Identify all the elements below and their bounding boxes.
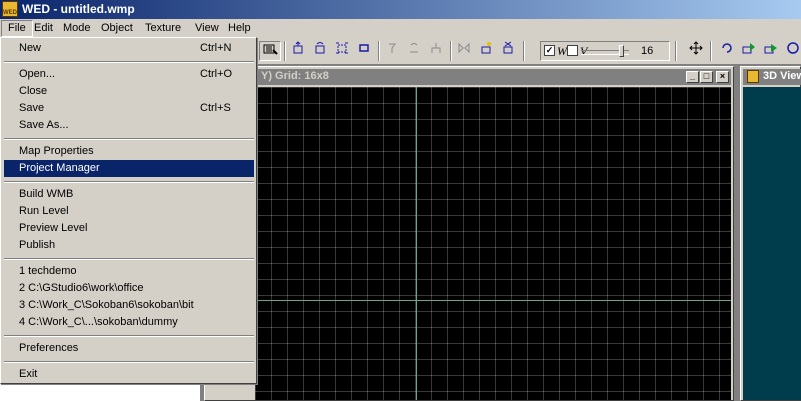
vertex-move-icon[interactable] xyxy=(381,41,403,61)
menu-texture[interactable]: Texture xyxy=(139,20,187,37)
3d-view-window[interactable]: 3D View xyxy=(740,66,801,401)
toolbar-separator xyxy=(450,41,452,61)
grid-canvas[interactable] xyxy=(255,87,731,400)
menu-object[interactable]: Object xyxy=(95,20,139,37)
menu-item-preferences[interactable]: Preferences xyxy=(4,340,254,357)
3d-view-caption[interactable]: 3D View xyxy=(743,69,801,85)
menu-item-new[interactable]: New Ctrl+N xyxy=(4,40,254,57)
publish-icon[interactable] xyxy=(782,41,801,61)
checkbox-w-label: W xyxy=(557,44,567,58)
minimize-button[interactable]: _ xyxy=(686,71,699,83)
maximize-button[interactable]: □ xyxy=(700,71,713,83)
grid-size-value: 16 xyxy=(641,45,654,57)
menu-bar: File Edit Mode Object Texture View Help xyxy=(0,19,801,38)
file-menu-dropdown: New Ctrl+N Open... Ctrl+O Close Save Ctr… xyxy=(0,37,257,384)
grid-options-group: ✓ W V 16 xyxy=(540,41,670,61)
menu-separator xyxy=(4,181,254,183)
vertex-rotate-icon[interactable] xyxy=(403,41,425,61)
3d-view-canvas[interactable] xyxy=(743,87,801,400)
close-button[interactable]: × xyxy=(716,71,729,83)
menu-item-save[interactable]: Save Ctrl+S xyxy=(4,100,254,117)
menu-item-run-level[interactable]: Run Level xyxy=(4,203,254,220)
x-axis-line xyxy=(255,300,731,301)
title-bar: WED WED - untitled.wmp xyxy=(0,0,801,19)
pan-view-icon[interactable] xyxy=(685,41,707,61)
menu-separator xyxy=(4,361,254,363)
toolbar-separator xyxy=(710,41,712,61)
toolbar-separator xyxy=(378,41,380,61)
menu-separator xyxy=(4,335,254,337)
menu-item-build-wmb[interactable]: Build WMB xyxy=(4,186,254,203)
menu-item-project-manager[interactable]: Project Manager xyxy=(4,160,254,177)
scale-block-icon[interactable] xyxy=(331,41,353,61)
y-axis-line xyxy=(416,87,417,400)
menu-item-save-as[interactable]: Save As... xyxy=(4,117,254,134)
menu-help[interactable]: Help xyxy=(222,20,257,37)
grid-size-slider-thumb[interactable] xyxy=(619,45,624,57)
move-block-icon[interactable] xyxy=(287,41,309,61)
toolbar-separator xyxy=(284,41,286,61)
checkbox-w[interactable]: ✓ xyxy=(544,45,555,56)
checkbox-v[interactable] xyxy=(567,45,578,56)
menu-separator xyxy=(4,258,254,260)
select-block-icon[interactable] xyxy=(353,41,375,61)
build-icon[interactable] xyxy=(738,41,760,61)
menu-item-publish[interactable]: Publish xyxy=(4,237,254,254)
wed-app-icon[interactable]: WED xyxy=(2,1,18,17)
rotate-block-icon[interactable] xyxy=(309,41,331,61)
menu-item-map-properties[interactable]: Map Properties xyxy=(4,143,254,160)
menu-item-close[interactable]: Close xyxy=(4,83,254,100)
menu-mode[interactable]: Mode xyxy=(57,20,97,37)
vertex-scale-icon[interactable] xyxy=(425,41,447,61)
window-title: WED - untitled.wmp xyxy=(22,2,135,16)
menu-separator xyxy=(4,138,254,140)
3d-view-caption-text: 3D View xyxy=(763,70,801,82)
menu-edit[interactable]: Edit xyxy=(28,20,59,37)
add-object-icon[interactable] xyxy=(475,41,497,61)
top-view-window[interactable]: Y) Grid: 16x8 _ □ × xyxy=(204,66,734,401)
delete-object-icon[interactable] xyxy=(497,41,519,61)
top-view-caption-text: Y) Grid: 16x8 xyxy=(261,70,329,82)
run-icon[interactable] xyxy=(760,41,782,61)
toolbar-separator xyxy=(675,41,677,61)
toolbar: ✓ W V 16 xyxy=(255,38,801,64)
toolbar-separator xyxy=(523,41,525,61)
mirror-icon[interactable] xyxy=(453,41,475,61)
menu-item-recent-2[interactable]: 2 C:\GStudio6\work\office xyxy=(4,280,254,297)
menu-item-recent-3[interactable]: 3 C:\Work_C\Sokoban6\sokoban\bit xyxy=(4,297,254,314)
menu-item-recent-1[interactable]: 1 techdemo xyxy=(4,263,254,280)
texture-mode-icon[interactable] xyxy=(259,41,281,61)
menu-item-preview-level[interactable]: Preview Level xyxy=(4,220,254,237)
menu-view[interactable]: View xyxy=(189,20,225,37)
menu-separator xyxy=(4,61,254,63)
rotate-view-icon[interactable] xyxy=(716,41,738,61)
menu-item-exit[interactable]: Exit xyxy=(4,366,254,383)
menu-item-open[interactable]: Open... Ctrl+O xyxy=(4,66,254,83)
top-view-caption[interactable]: Y) Grid: 16x8 _ □ × xyxy=(207,69,731,85)
menu-item-recent-4[interactable]: 4 C:\Work_C\...\sokoban\dummy xyxy=(4,314,254,331)
wed-window-icon xyxy=(747,70,759,83)
